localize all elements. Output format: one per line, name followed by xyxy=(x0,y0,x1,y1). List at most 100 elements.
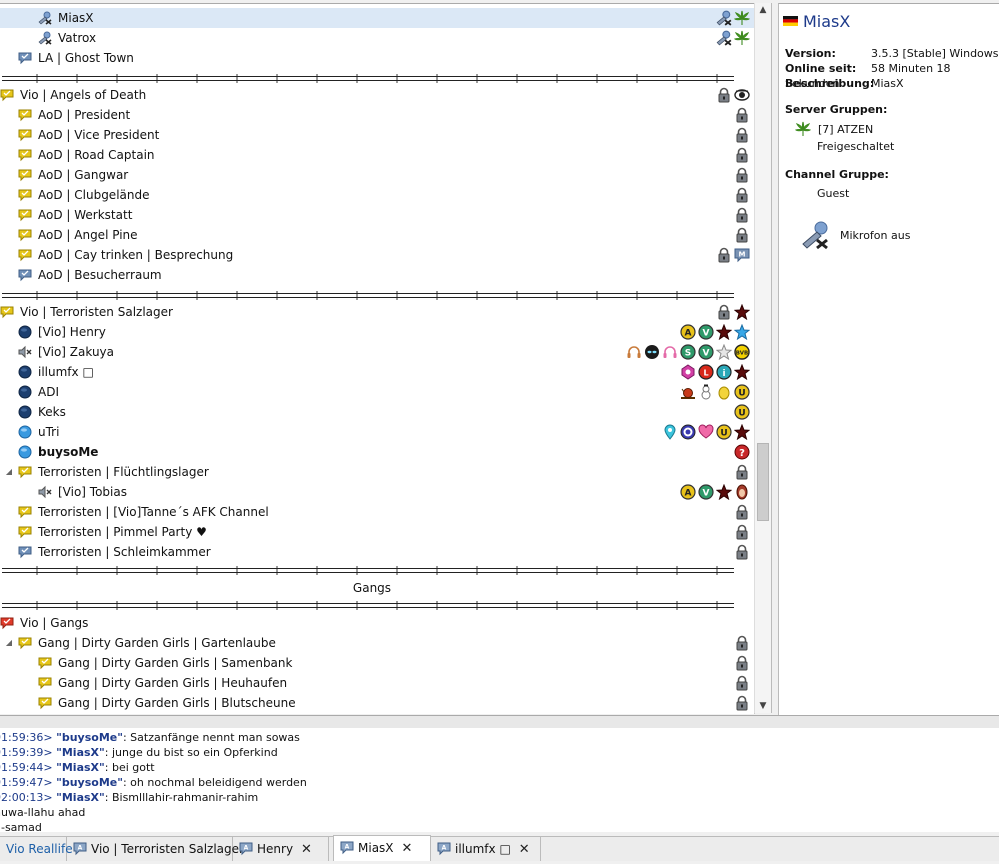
tree-row-aod-angel-pine[interactable]: AoD | Angel Pine xyxy=(0,225,754,245)
tree-row-label: Gang | Dirty Garden Girls | Heuhaufen xyxy=(58,676,288,690)
svg-text:U: U xyxy=(720,429,727,439)
svg-text:A: A xyxy=(442,845,447,852)
svg-text:S: S xyxy=(685,349,691,359)
tree-row-vio-angels-of-death[interactable]: Vio | Angels of Death xyxy=(0,85,754,105)
row-badges: S V BVB xyxy=(626,344,750,360)
chat-nickname[interactable]: "MiasX" xyxy=(56,791,105,804)
tree-row-gang-ddg-blutscheune[interactable]: Gang | Dirty Garden Girls | Blutscheune xyxy=(0,693,754,713)
chat-nickname[interactable]: "buysoMe" xyxy=(56,776,123,789)
tree-row-aod-vice-president[interactable]: AoD | Vice President xyxy=(0,125,754,145)
tree-row-terroristen-pimmel-party[interactable]: Terroristen | Pimmel Party ♥ xyxy=(0,522,754,542)
tree-row-gang-ddg-samenbank[interactable]: Gang | Dirty Garden Girls | Samenbank xyxy=(0,653,754,673)
chat-tab[interactable]: Vio Reallife xyxy=(0,837,73,861)
tree-row-label: Vio | Terroristen Salzlager xyxy=(20,305,173,319)
badge-a-icon: A xyxy=(680,484,696,500)
scroll-down-icon[interactable]: ▼ xyxy=(755,699,771,713)
row-badges xyxy=(734,464,750,480)
tree-row-label: Keks xyxy=(38,405,66,419)
chat-message: u-samad xyxy=(0,820,42,832)
lock-icon xyxy=(734,635,750,651)
close-tab-icon[interactable]: ✕ xyxy=(402,837,413,861)
tree-row-aod-cay-trinken[interactable]: AoD | Cay trinken | Besprechung M xyxy=(0,245,754,265)
red-circle-icon: L xyxy=(698,364,714,380)
tree-row-aod-werkstatt[interactable]: AoD | Werkstatt xyxy=(0,205,754,225)
close-tab-icon[interactable]: ✕ xyxy=(301,838,312,862)
svg-text:V: V xyxy=(703,349,710,359)
scroll-up-icon[interactable]: ▲ xyxy=(755,3,771,17)
channel-yellow-icon xyxy=(0,88,14,102)
tree-row-gang-ddg-gartenlaube[interactable]: ◢ Gang | Dirty Garden Girls | Gartenlaube xyxy=(0,633,754,653)
server-group-name: [7] ATZEN xyxy=(818,123,874,136)
tree-row-keks[interactable]: Keks U xyxy=(0,402,754,422)
chat-icon: A xyxy=(239,840,253,856)
tree-row-vio-henry[interactable]: [Vio] Henry A V xyxy=(0,322,754,342)
row-badges xyxy=(734,695,750,711)
chat-tab[interactable]: A Henry ✕ xyxy=(233,837,329,861)
svg-text:V: V xyxy=(703,329,710,339)
tree-row-vio-terroristen-salzlager[interactable]: Vio | Terroristen Salzlager xyxy=(0,302,754,322)
chat-tab[interactable]: A Vio | Terroristen Salzlager xyxy=(67,837,244,861)
tree-scrollbar[interactable]: ▲ ▼ xyxy=(754,3,772,713)
tree-row-label: MiasX xyxy=(58,11,94,25)
tree-row-label: AoD | Besucherraum xyxy=(38,268,162,282)
tree-row-terroristen-tanne-afk[interactable]: Terroristen | [Vio]Tanne´s AFK Channel xyxy=(0,502,754,522)
lock-icon xyxy=(734,524,750,540)
tree-row-aod-besucherraum[interactable]: AoD | Besucherraum xyxy=(0,265,754,285)
channel-yellow-icon xyxy=(18,208,32,222)
chat-tab[interactable]: Aillumfx □ ✕ xyxy=(431,837,541,861)
row-badges xyxy=(734,635,750,651)
tree-row-aod-president[interactable]: AoD | President xyxy=(0,105,754,125)
spacer-line xyxy=(0,601,734,611)
lock-icon xyxy=(716,304,732,320)
chat-tab-label: Vio Reallife xyxy=(6,842,73,856)
tree-row-terroristen-schleimkammer[interactable]: Terroristen | Schleimkammer xyxy=(0,542,754,562)
tree-row-vio-tobias[interactable]: [Vio] Tobias A V xyxy=(0,482,754,502)
badge-u-icon: U xyxy=(734,384,750,400)
chat-nickname[interactable]: "MiasX" xyxy=(56,761,105,774)
tree-row-label: Terroristen | Flüchtlingslager xyxy=(38,465,209,479)
tree-row-illumfx[interactable]: illumfx □ Li xyxy=(0,362,754,382)
expand-toggle-icon[interactable]: ◢ xyxy=(4,633,14,653)
chat-log[interactable]: 01:59:36> "buysoMe": Satzanfänge nennt m… xyxy=(0,728,999,832)
chat-tab-label: MiasX xyxy=(358,841,394,855)
row-badges xyxy=(734,675,750,691)
tree-row-adi[interactable]: ADI U xyxy=(0,382,754,402)
tree-row-label: AoD | Clubgelände xyxy=(38,188,150,202)
tree-row-vio-gangs[interactable]: Vio | Gangs xyxy=(0,613,754,633)
panel-splitter[interactable] xyxy=(0,715,999,729)
scroll-thumb[interactable] xyxy=(757,443,769,521)
expand-toggle-icon[interactable]: ◢ xyxy=(4,462,14,482)
tree-row-vatrox-user[interactable]: Vatrox xyxy=(0,28,754,48)
tree-row-utri[interactable]: uTri U xyxy=(0,422,754,442)
svg-text:M: M xyxy=(739,251,746,259)
svg-text:L: L xyxy=(703,369,708,378)
chat-nickname[interactable]: "MiasX" xyxy=(56,746,105,759)
lock-icon xyxy=(716,247,732,263)
tree-row-aod-gangwar[interactable]: AoD | Gangwar xyxy=(0,165,754,185)
channel-tree[interactable]: MiasX Vatrox LA | Ghost Town Vio | Angels o… xyxy=(0,3,755,714)
lock-icon xyxy=(734,464,750,480)
lock-icon xyxy=(734,147,750,163)
info-icon: i xyxy=(716,364,732,380)
chat-tab[interactable]: A MiasX ✕ xyxy=(333,835,431,861)
tree-row-la-ghost-town[interactable]: LA | Ghost Town xyxy=(0,48,754,68)
cannabis-leaf-icon xyxy=(734,30,750,46)
chat-nickname[interactable]: "buysoMe" xyxy=(56,731,123,744)
channel-yellow-icon xyxy=(18,148,32,162)
channel-yellow-icon xyxy=(18,168,32,182)
tree-row-vio-zakuya[interactable]: [Vio] Zakuya S V BVB xyxy=(0,342,754,362)
row-badges xyxy=(716,30,750,46)
svg-text:A: A xyxy=(685,489,692,499)
close-tab-icon[interactable]: ✕ xyxy=(519,838,530,862)
tree-row-gang-ddg-heuhaufen[interactable]: Gang | Dirty Garden Girls | Heuhaufen xyxy=(0,673,754,693)
user-dark-icon xyxy=(18,385,32,399)
tree-row-aod-clubgelaende[interactable]: AoD | Clubgelände xyxy=(0,185,754,205)
tree-row-terroristen-fluechtlingslager[interactable]: ◢ Terroristen | Flüchtlingslager xyxy=(0,462,754,482)
tree-row-aod-road-captain[interactable]: AoD | Road Captain xyxy=(0,145,754,165)
tree-row-label: AoD | Vice President xyxy=(38,128,160,142)
chat-tab-label: Henry xyxy=(257,842,294,856)
description-value: MiasX xyxy=(871,77,904,90)
tree-row-miasx-user[interactable]: MiasX xyxy=(0,8,754,28)
tree-row-buysome[interactable]: buysoMe? xyxy=(0,442,754,462)
grey-star-icon xyxy=(716,344,732,360)
